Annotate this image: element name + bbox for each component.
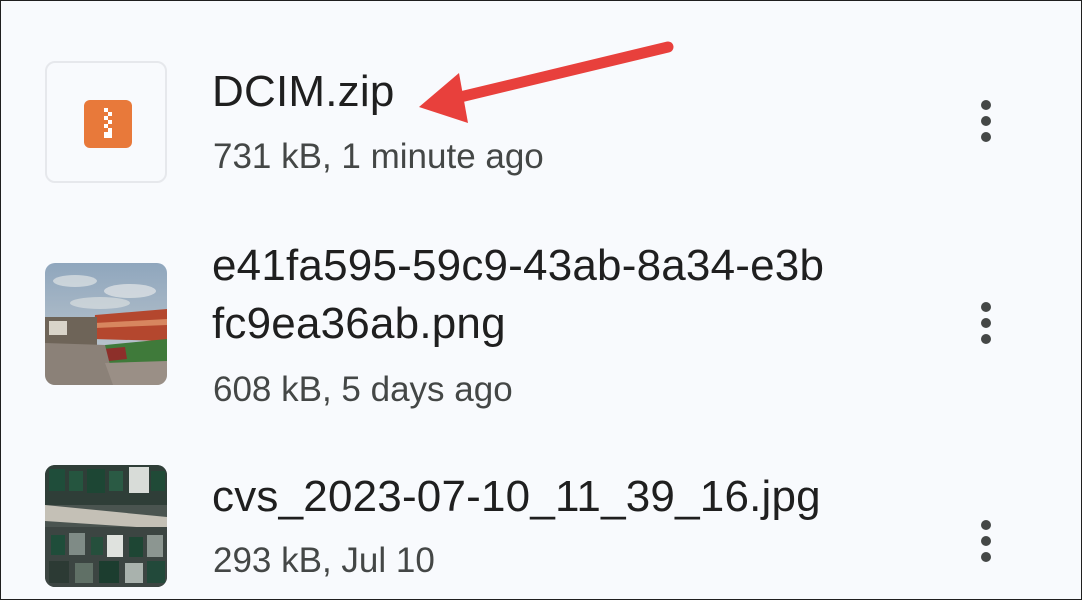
zip-file-icon [84, 100, 132, 148]
file-name: DCIM.zip [212, 67, 395, 116]
file-list-item[interactable]: cvs_2023-07-10_11_39_16.jpg 293 kB, Jul … [1, 446, 1081, 599]
more-options-icon[interactable] [961, 91, 1011, 151]
file-meta: 608 kB, 5 days ago [213, 370, 513, 409]
file-name-line-2: fc9ea36ab.png [212, 299, 506, 348]
file-name: cvs_2023-07-10_11_39_16.jpg [212, 472, 821, 521]
store-photo-thumbnail [45, 465, 167, 587]
more-options-icon[interactable] [961, 293, 1011, 353]
more-options-icon[interactable] [961, 511, 1011, 571]
file-list-screen: DCIM.zip 731 kB, 1 minute ago e41fa595-5… [0, 0, 1082, 600]
zip-file-thumbnail [45, 61, 167, 183]
file-meta: 293 kB, Jul 10 [213, 541, 435, 580]
stadium-photo-thumbnail [45, 263, 167, 385]
file-list-item[interactable]: e41fa595-59c9-43ab-8a34-e3b fc9ea36ab.pn… [1, 231, 1081, 446]
file-list-item[interactable]: DCIM.zip 731 kB, 1 minute ago [1, 1, 1081, 231]
file-meta: 731 kB, 1 minute ago [213, 137, 544, 176]
file-name-line-1: e41fa595-59c9-43ab-8a34-e3b [212, 241, 825, 290]
